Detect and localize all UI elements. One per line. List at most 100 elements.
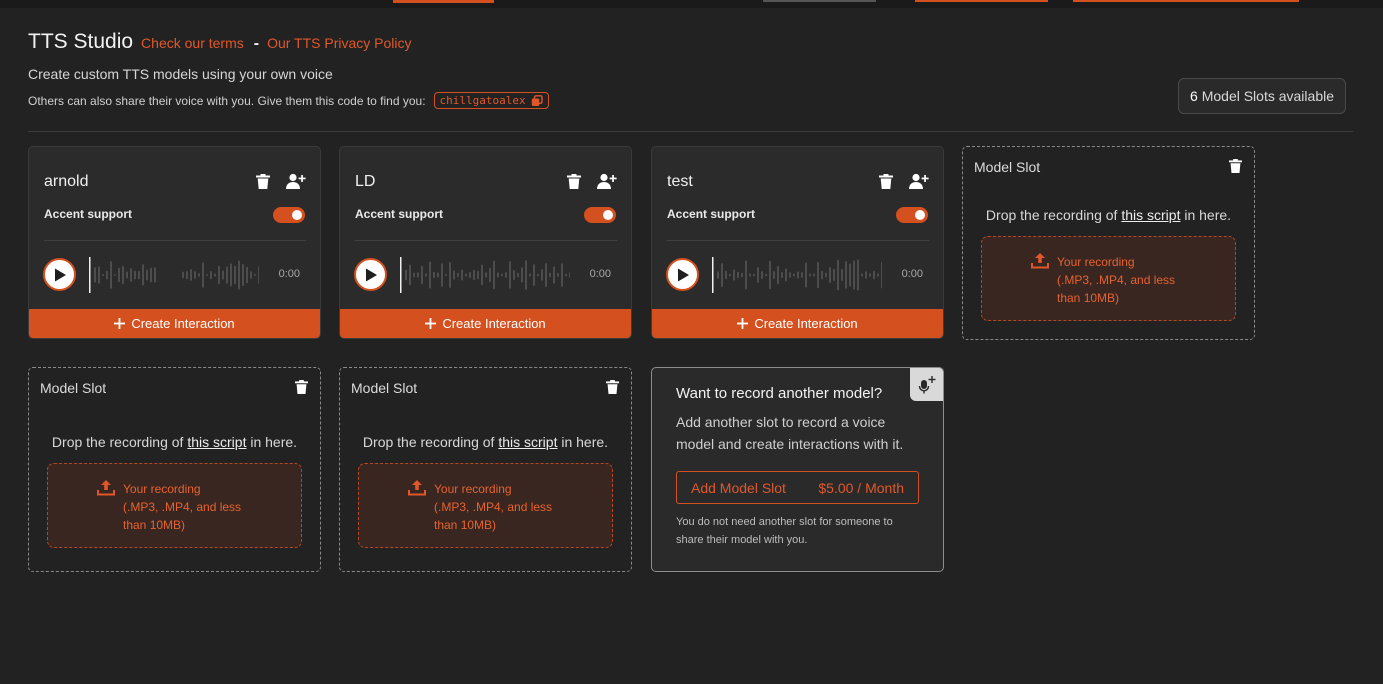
- waveform-bar: [845, 261, 847, 289]
- script-link[interactable]: this script: [187, 434, 246, 450]
- script-link[interactable]: this script: [1121, 207, 1180, 223]
- accent-support-toggle[interactable]: [584, 207, 616, 223]
- waveform-bar: [857, 259, 859, 291]
- active-tab-underline: [393, 0, 494, 3]
- model-name: arnold: [44, 173, 89, 190]
- waveform-bar: [861, 273, 863, 277]
- waveform-bar: [725, 270, 727, 280]
- promo-title: Want to record another model?: [676, 385, 883, 402]
- waveform-bar: [226, 266, 228, 284]
- recording-dropzone[interactable]: Your recording (.MP3, .MP4, and less tha…: [981, 236, 1236, 321]
- trash-icon[interactable]: [1229, 159, 1242, 173]
- waveform-bar: [254, 273, 256, 277]
- page-title: TTS Studio: [28, 30, 134, 53]
- play-icon: [677, 268, 689, 281]
- add-model-slot-label: Add Model Slot: [691, 479, 786, 496]
- waveform-bar: [182, 271, 184, 279]
- create-interaction-button[interactable]: Create Interaction: [29, 309, 320, 338]
- waveform-bar: [509, 261, 511, 289]
- waveform-bar: [877, 273, 879, 277]
- waveform-bar: [853, 260, 855, 290]
- waveform-bar: [833, 268, 835, 282]
- accent-support-toggle[interactable]: [273, 207, 305, 223]
- waveform-bar: [118, 267, 120, 283]
- waveform-bar: [821, 270, 823, 280]
- tab-underline: [1073, 0, 1299, 2]
- waveform-bar: [250, 271, 252, 279]
- promo-note: You do not need another slot for someone…: [676, 516, 893, 546]
- model-slot: Model Slot Drop the recording of this sc…: [962, 146, 1255, 340]
- waveform-bar: [729, 273, 731, 277]
- play-button[interactable]: [43, 258, 76, 291]
- accent-support-toggle[interactable]: [896, 207, 928, 223]
- play-button[interactable]: [354, 258, 387, 291]
- drop-instructions: Drop the recording of this script in her…: [29, 434, 320, 450]
- waveform-bar: [222, 270, 224, 280]
- script-link[interactable]: this script: [498, 434, 557, 450]
- waveform-bar: [773, 271, 775, 279]
- trash-icon[interactable]: [295, 380, 308, 394]
- waveform[interactable]: [89, 255, 259, 295]
- share-code-row: Others can also share their voice with y…: [28, 92, 1353, 109]
- waveform-bar: [238, 260, 240, 290]
- recording-dropzone[interactable]: Your recording (.MP3, .MP4, and less tha…: [47, 463, 302, 548]
- record-model-button[interactable]: [910, 368, 943, 401]
- playhead: [89, 257, 91, 293]
- play-button[interactable]: [666, 258, 699, 291]
- waveform-bar: [473, 269, 475, 281]
- waveform-bar: [529, 273, 531, 277]
- add-user-icon[interactable]: [597, 173, 617, 189]
- waveform-bar: [537, 273, 539, 277]
- waveform-bar: [150, 267, 152, 283]
- waveform-bar: [533, 264, 535, 286]
- waveform-bar: [541, 269, 543, 281]
- privacy-policy-link[interactable]: Our TTS Privacy Policy: [267, 35, 411, 51]
- waveform-bar: [721, 262, 723, 288]
- share-code-chip[interactable]: chillgatoalex: [433, 92, 549, 109]
- create-interaction-button[interactable]: Create Interaction: [340, 309, 631, 338]
- waveform-bar: [829, 266, 831, 284]
- waveform-bar: [246, 266, 248, 284]
- waveform-bar: [501, 273, 503, 277]
- waveform[interactable]: [712, 255, 882, 295]
- waveform[interactable]: [400, 255, 570, 295]
- waveform-bar: [733, 269, 735, 281]
- trash-icon[interactable]: [606, 380, 619, 394]
- waveform-bar: [869, 273, 871, 277]
- upload-label: Your recording: [434, 482, 512, 496]
- trash-icon[interactable]: [879, 173, 893, 189]
- terms-link[interactable]: Check our terms: [141, 35, 244, 51]
- drop-instructions: Drop the recording of this script in her…: [963, 207, 1254, 223]
- tab-underline: [763, 0, 876, 2]
- waveform-bar: [789, 272, 791, 278]
- waveform-bar: [425, 273, 427, 277]
- create-interaction-button[interactable]: Create Interaction: [652, 309, 943, 338]
- waveform-bar: [881, 261, 882, 289]
- waveform-bar: [198, 273, 200, 277]
- waveform-bar: [437, 272, 439, 278]
- trash-icon[interactable]: [256, 173, 270, 189]
- waveform-bar: [98, 266, 100, 284]
- waveform-bar: [234, 265, 236, 285]
- waveform-bar: [873, 270, 875, 280]
- model-card: test Accent support 0:00 Create Interact…: [651, 146, 944, 339]
- tab-underline: [915, 0, 1048, 2]
- add-model-slot-button[interactable]: Add Model Slot $5.00 / Month: [676, 471, 919, 504]
- waveform-bar: [445, 273, 447, 277]
- waveform-bar: [130, 268, 132, 282]
- waveform-bar: [569, 272, 570, 278]
- waveform-bar: [469, 271, 471, 279]
- waveform-bar: [737, 271, 739, 279]
- add-slot-promo-card: Want to record another model? Add anothe…: [651, 367, 944, 572]
- waveform-bar: [757, 267, 759, 283]
- trash-icon[interactable]: [567, 173, 581, 189]
- share-instructions: Others can also share their voice with y…: [28, 93, 426, 108]
- add-user-icon[interactable]: [909, 173, 929, 189]
- copy-icon[interactable]: [531, 94, 543, 107]
- waveform-bar: [465, 273, 467, 277]
- page-header: TTS Studio Check our terms - Our TTS Pri…: [28, 30, 1353, 114]
- recording-dropzone[interactable]: Your recording (.MP3, .MP4, and less tha…: [358, 463, 613, 548]
- waveform-bar: [154, 267, 156, 283]
- waveform-bar: [441, 263, 443, 287]
- add-user-icon[interactable]: [286, 173, 306, 189]
